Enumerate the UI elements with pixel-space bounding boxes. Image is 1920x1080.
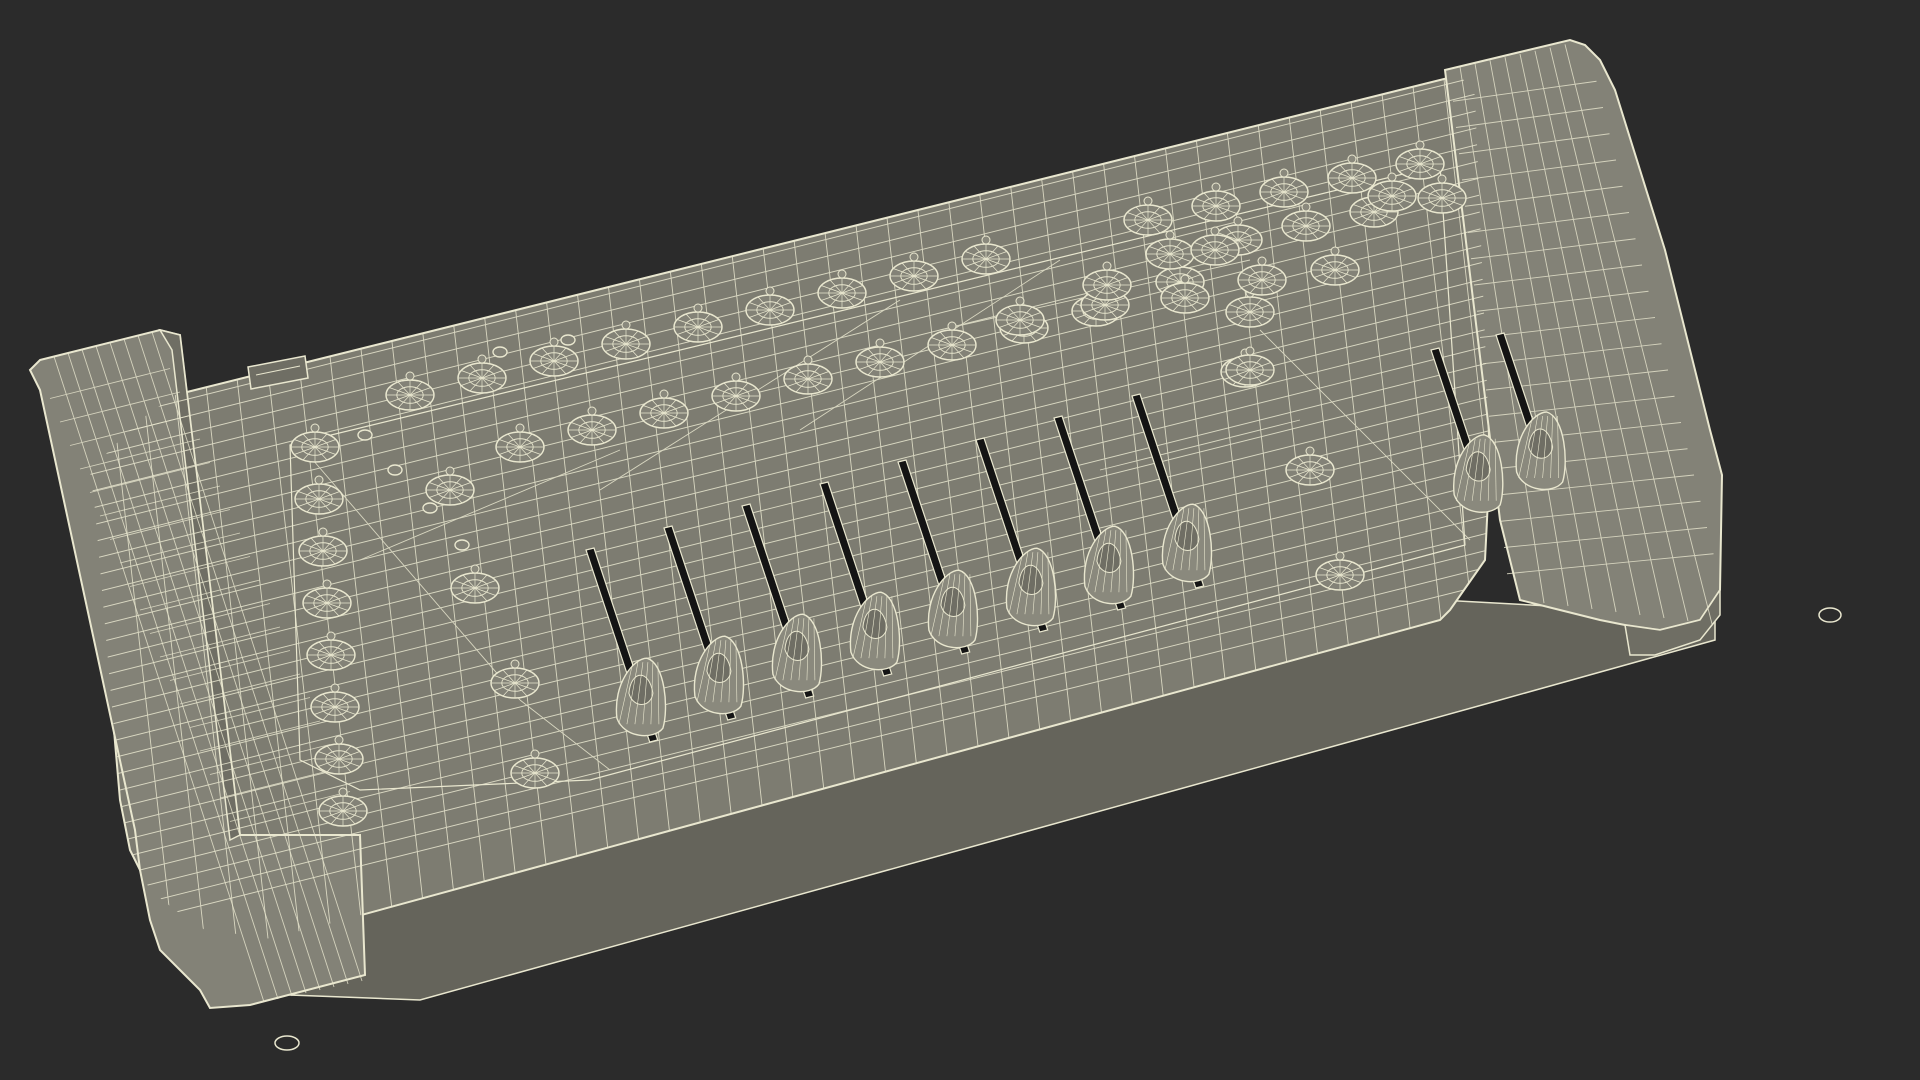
wireframe-render [28, 38, 1842, 1051]
round-button[interactable] [492, 346, 508, 358]
mounting-hole-right [1818, 607, 1842, 623]
mounting-hole-left [274, 1035, 300, 1051]
round-button[interactable] [422, 502, 438, 514]
round-button[interactable] [454, 539, 470, 551]
round-button[interactable] [357, 429, 373, 441]
round-button[interactable] [387, 464, 403, 476]
round-button[interactable] [560, 334, 576, 346]
